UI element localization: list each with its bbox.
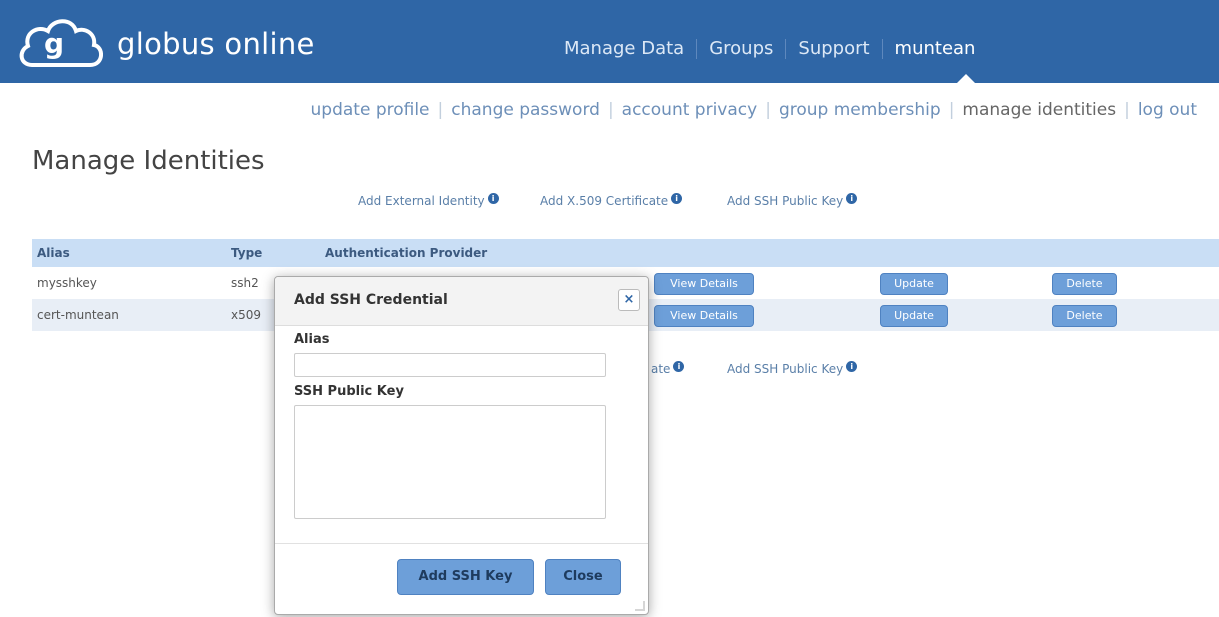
close-button[interactable]: Close [545, 559, 621, 595]
column-header-auth-provider: Authentication Provider [325, 246, 488, 260]
delete-button[interactable]: Delete [1052, 273, 1117, 295]
subnav-group-membership[interactable]: group membership [779, 100, 941, 120]
subnav-divider: | [607, 100, 614, 120]
subnav-divider: | [948, 100, 955, 120]
page-title: Manage Identities [32, 146, 265, 176]
update-button[interactable]: Update [880, 305, 948, 327]
subnav-account-privacy[interactable]: account privacy [622, 100, 758, 120]
dialog-title: Add SSH Credential [294, 292, 448, 308]
info-icon[interactable]: i [673, 361, 685, 372]
subnav-divider: | [765, 100, 771, 120]
add-external-identity-link[interactable]: Add External Identity i [358, 193, 499, 208]
column-header-alias: Alias [37, 246, 70, 260]
globus-logo-icon[interactable]: g [18, 13, 104, 73]
delete-button[interactable]: Delete [1052, 305, 1117, 327]
nav-user[interactable]: muntean [895, 38, 976, 59]
subnav-divider: | [1124, 100, 1130, 120]
info-icon[interactable]: i [846, 361, 858, 372]
brand-name: globus online [117, 27, 315, 61]
header-bar: g globus online Manage Data Groups Suppo… [0, 0, 1219, 84]
info-icon[interactable]: i [846, 193, 858, 204]
subnav-log-out[interactable]: log out [1138, 100, 1197, 120]
active-menu-caret-icon [956, 74, 976, 84]
view-details-button[interactable]: View Details [654, 305, 754, 327]
nav-groups[interactable]: Groups [709, 38, 773, 59]
column-header-type: Type [231, 246, 263, 260]
table-header: Alias Type Authentication Provider [32, 239, 1219, 267]
row-type: ssh2 [231, 276, 259, 290]
nav-divider [881, 38, 883, 59]
subnav-update-profile[interactable]: update profile [311, 100, 430, 120]
nav-divider [785, 38, 787, 59]
row-type: x509 [231, 308, 262, 322]
ssh-public-key-textarea[interactable] [294, 405, 606, 519]
dialog-footer: Add SSH Key Close [275, 543, 648, 614]
subnav-manage-identities[interactable]: manage identities [962, 100, 1116, 120]
update-button[interactable]: Update [880, 273, 948, 295]
add-ssh-key-label[interactable]: Add SSH Public Key [727, 194, 843, 208]
add-x509-label-bottom[interactable]: ate [651, 362, 670, 376]
subnav-divider: | [437, 100, 444, 120]
nav-support[interactable]: Support [798, 38, 869, 59]
svg-text:g: g [44, 27, 64, 60]
add-ssh-key-link[interactable]: Add SSH Public Key i [727, 193, 858, 208]
dialog-body: Alias SSH Public Key [294, 332, 629, 519]
info-icon[interactable]: i [671, 193, 683, 204]
top-nav: Manage Data Groups Support muntean [564, 38, 975, 59]
row-alias: mysshkey [37, 276, 97, 290]
add-x509-link[interactable]: Add X.509 Certificate i [540, 193, 683, 208]
info-icon[interactable]: i [487, 193, 499, 204]
add-x509-label[interactable]: Add X.509 Certificate [540, 194, 668, 208]
alias-input[interactable] [294, 353, 606, 377]
view-details-button[interactable]: View Details [654, 273, 754, 295]
add-ssh-key-link-bottom[interactable]: Add SSH Public Key i [727, 361, 858, 376]
nav-manage-data[interactable]: Manage Data [564, 38, 684, 59]
row-alias: cert-muntean [37, 308, 119, 322]
account-subnav: update profile | change password | accou… [311, 100, 1197, 120]
add-x509-link-bottom[interactable]: ate i [651, 361, 685, 376]
dialog-header: Add SSH Credential × [275, 277, 648, 326]
nav-divider [696, 38, 698, 59]
alias-label: Alias [294, 332, 330, 347]
close-icon[interactable]: × [618, 289, 640, 311]
add-ssh-credential-dialog: Add SSH Credential × Alias SSH Public Ke… [274, 276, 649, 615]
resize-grip-icon[interactable] [635, 601, 645, 611]
add-ssh-key-label-bottom[interactable]: Add SSH Public Key [727, 362, 843, 376]
add-ssh-key-button[interactable]: Add SSH Key [397, 559, 534, 595]
subnav-change-password[interactable]: change password [451, 100, 600, 120]
ssh-public-key-label: SSH Public Key [294, 384, 404, 399]
add-external-identity-label[interactable]: Add External Identity [358, 194, 485, 208]
